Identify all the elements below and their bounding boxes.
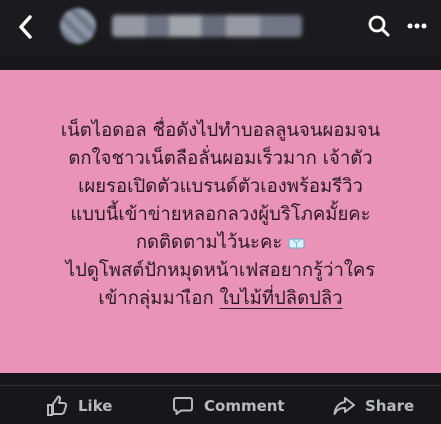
- comment-label: Comment: [204, 397, 285, 415]
- share-icon: [333, 397, 355, 415]
- caption-line-7: เข้ากลุ่มมาเือก ใบไม้ที่ปลิดปลิว: [20, 285, 421, 313]
- caption-line-2: ตกใจชาวเน็ตลือลั่นผอมเร็วมาก เจ้าตัว: [68, 148, 373, 169]
- comment-button[interactable]: Comment: [172, 394, 285, 418]
- search-icon[interactable]: [366, 13, 392, 39]
- like-label: Like: [78, 397, 113, 415]
- caption-line-5: กดติดตามไว้นะคะ: [20, 229, 421, 257]
- package-emoji: [288, 238, 305, 249]
- blurred-account-name[interactable]: [112, 15, 302, 37]
- comment-icon: [173, 397, 193, 415]
- post-actions-bar: Like Comment Share: [0, 386, 441, 424]
- post-image-card: เน็ตไอดอล ชื่อดังไปทำบอลลูนจนผอมจน ตกใจช…: [0, 70, 441, 373]
- thumb-up-icon: [47, 395, 68, 416]
- blurred-avatar[interactable]: [60, 8, 96, 44]
- group-text: เข้ากลุ่มมาเ: [98, 288, 192, 309]
- caption-line-6: ไปดูโพสต์ปักหมุดหน้าเฟสอยากรู้ว่าใคร: [65, 260, 376, 281]
- caption-line-1: เน็ตไอดอล ชื่อดังไปทำบอลลูนจนผอมจน: [60, 120, 381, 141]
- more-dots-icon[interactable]: [404, 13, 430, 39]
- follow-text: กดติดตามไว้นะคะ: [135, 232, 283, 253]
- like-button[interactable]: Like: [46, 394, 112, 418]
- top-app-bar: [0, 0, 441, 55]
- caption-line-3: เผยรอเปิดตัวแบรนด์ตัวเองพร้อมรีวิว: [78, 176, 363, 197]
- chevron-left-icon[interactable]: [14, 13, 38, 41]
- share-button[interactable]: Share: [333, 394, 414, 418]
- caption-line-4: แบบนี้เข้าข่ายหลอกลวงผู้บริโภคมั้ยคะ: [70, 204, 371, 225]
- group-link[interactable]: ใบไม้ที่ปลิดปลิว: [220, 288, 343, 309]
- post-caption-text: เน็ตไอดอล ชื่อดังไปทำบอลลูนจนผอมจน ตกใจช…: [20, 117, 421, 313]
- share-label: Share: [365, 397, 415, 415]
- incomplete-character: ือก: [191, 288, 214, 309]
